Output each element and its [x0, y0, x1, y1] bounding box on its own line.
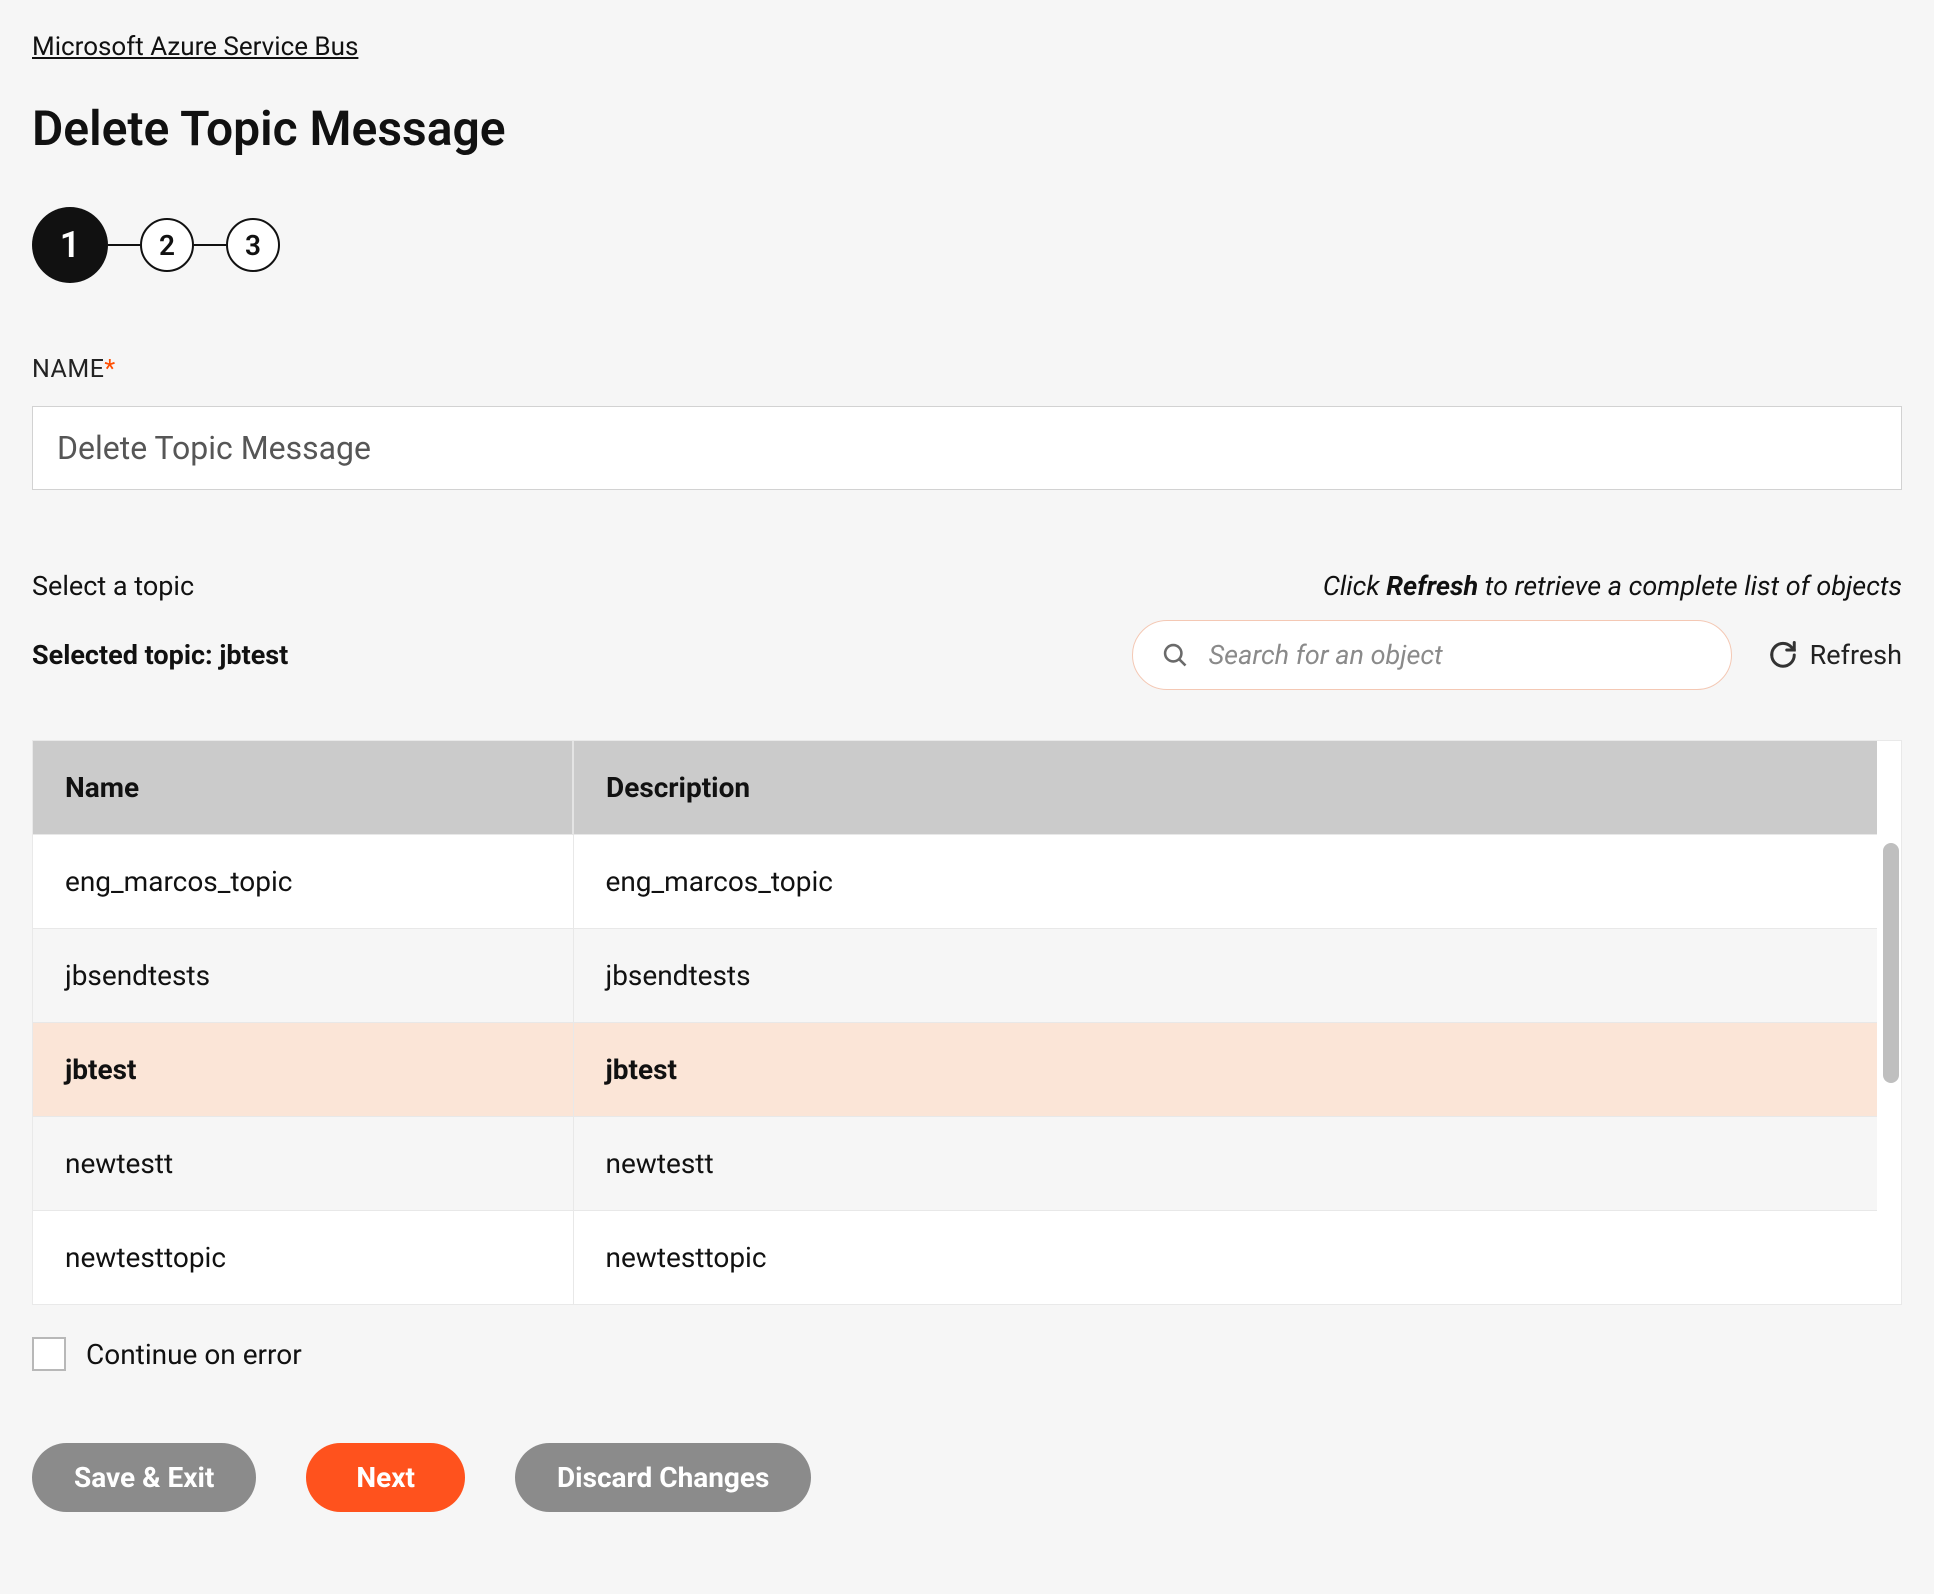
refresh-icon — [1768, 640, 1798, 670]
table-cell-name: eng_marcos_topic — [33, 835, 573, 929]
table-cell-description: eng_marcos_topic — [573, 835, 1877, 929]
table-cell-name: jbtest — [33, 1023, 573, 1117]
search-box[interactable] — [1132, 620, 1732, 690]
wizard-stepper: 1 2 3 — [32, 207, 1902, 283]
table-row[interactable]: newtesttnewtestt — [33, 1117, 1877, 1211]
save-exit-button[interactable]: Save & Exit — [32, 1443, 256, 1512]
continue-on-error-checkbox[interactable] — [32, 1337, 66, 1371]
required-indicator: * — [104, 355, 115, 384]
name-field-label: NAME* — [32, 355, 1902, 384]
table-cell-description: jbsendtests — [573, 929, 1877, 1023]
refresh-button[interactable]: Refresh — [1768, 639, 1902, 671]
search-icon — [1161, 641, 1189, 669]
table-scrollbar-thumb[interactable] — [1883, 843, 1899, 1083]
refresh-button-label: Refresh — [1810, 639, 1902, 671]
refresh-hint: Click Refresh to retrieve a complete lis… — [1323, 570, 1902, 602]
table-scrollbar[interactable] — [1879, 843, 1899, 1302]
step-connector — [194, 244, 226, 246]
table-row[interactable]: jbtestjbtest — [33, 1023, 1877, 1117]
search-input[interactable] — [1209, 639, 1703, 671]
select-topic-label: Select a topic — [32, 570, 194, 602]
table-row[interactable]: eng_marcos_topiceng_marcos_topic — [33, 835, 1877, 929]
topic-table: Name Description eng_marcos_topiceng_mar… — [33, 741, 1877, 1304]
table-cell-description: newtesttopic — [573, 1211, 1877, 1305]
step-1[interactable]: 1 — [32, 207, 108, 283]
breadcrumb-link[interactable]: Microsoft Azure Service Bus — [32, 32, 358, 62]
discard-changes-button[interactable]: Discard Changes — [515, 1443, 811, 1512]
table-cell-name: newtesttopic — [33, 1211, 573, 1305]
table-cell-description: jbtest — [573, 1023, 1877, 1117]
step-3[interactable]: 3 — [226, 218, 280, 272]
table-row[interactable]: jbsendtestsjbsendtests — [33, 929, 1877, 1023]
step-2[interactable]: 2 — [140, 218, 194, 272]
topic-table-container: Name Description eng_marcos_topiceng_mar… — [32, 740, 1902, 1305]
page-title: Delete Topic Message — [32, 100, 1902, 157]
next-button[interactable]: Next — [306, 1443, 465, 1512]
table-header-name[interactable]: Name — [33, 741, 573, 835]
table-cell-name: jbsendtests — [33, 929, 573, 1023]
step-connector — [108, 244, 140, 246]
table-cell-description: newtestt — [573, 1117, 1877, 1211]
table-header-description[interactable]: Description — [573, 741, 1877, 835]
table-row[interactable]: newtesttopicnewtesttopic — [33, 1211, 1877, 1305]
table-cell-name: newtestt — [33, 1117, 573, 1211]
name-input[interactable] — [32, 406, 1902, 490]
selected-topic-label: Selected topic: jbtest — [32, 639, 288, 671]
continue-on-error-label: Continue on error — [86, 1338, 302, 1371]
